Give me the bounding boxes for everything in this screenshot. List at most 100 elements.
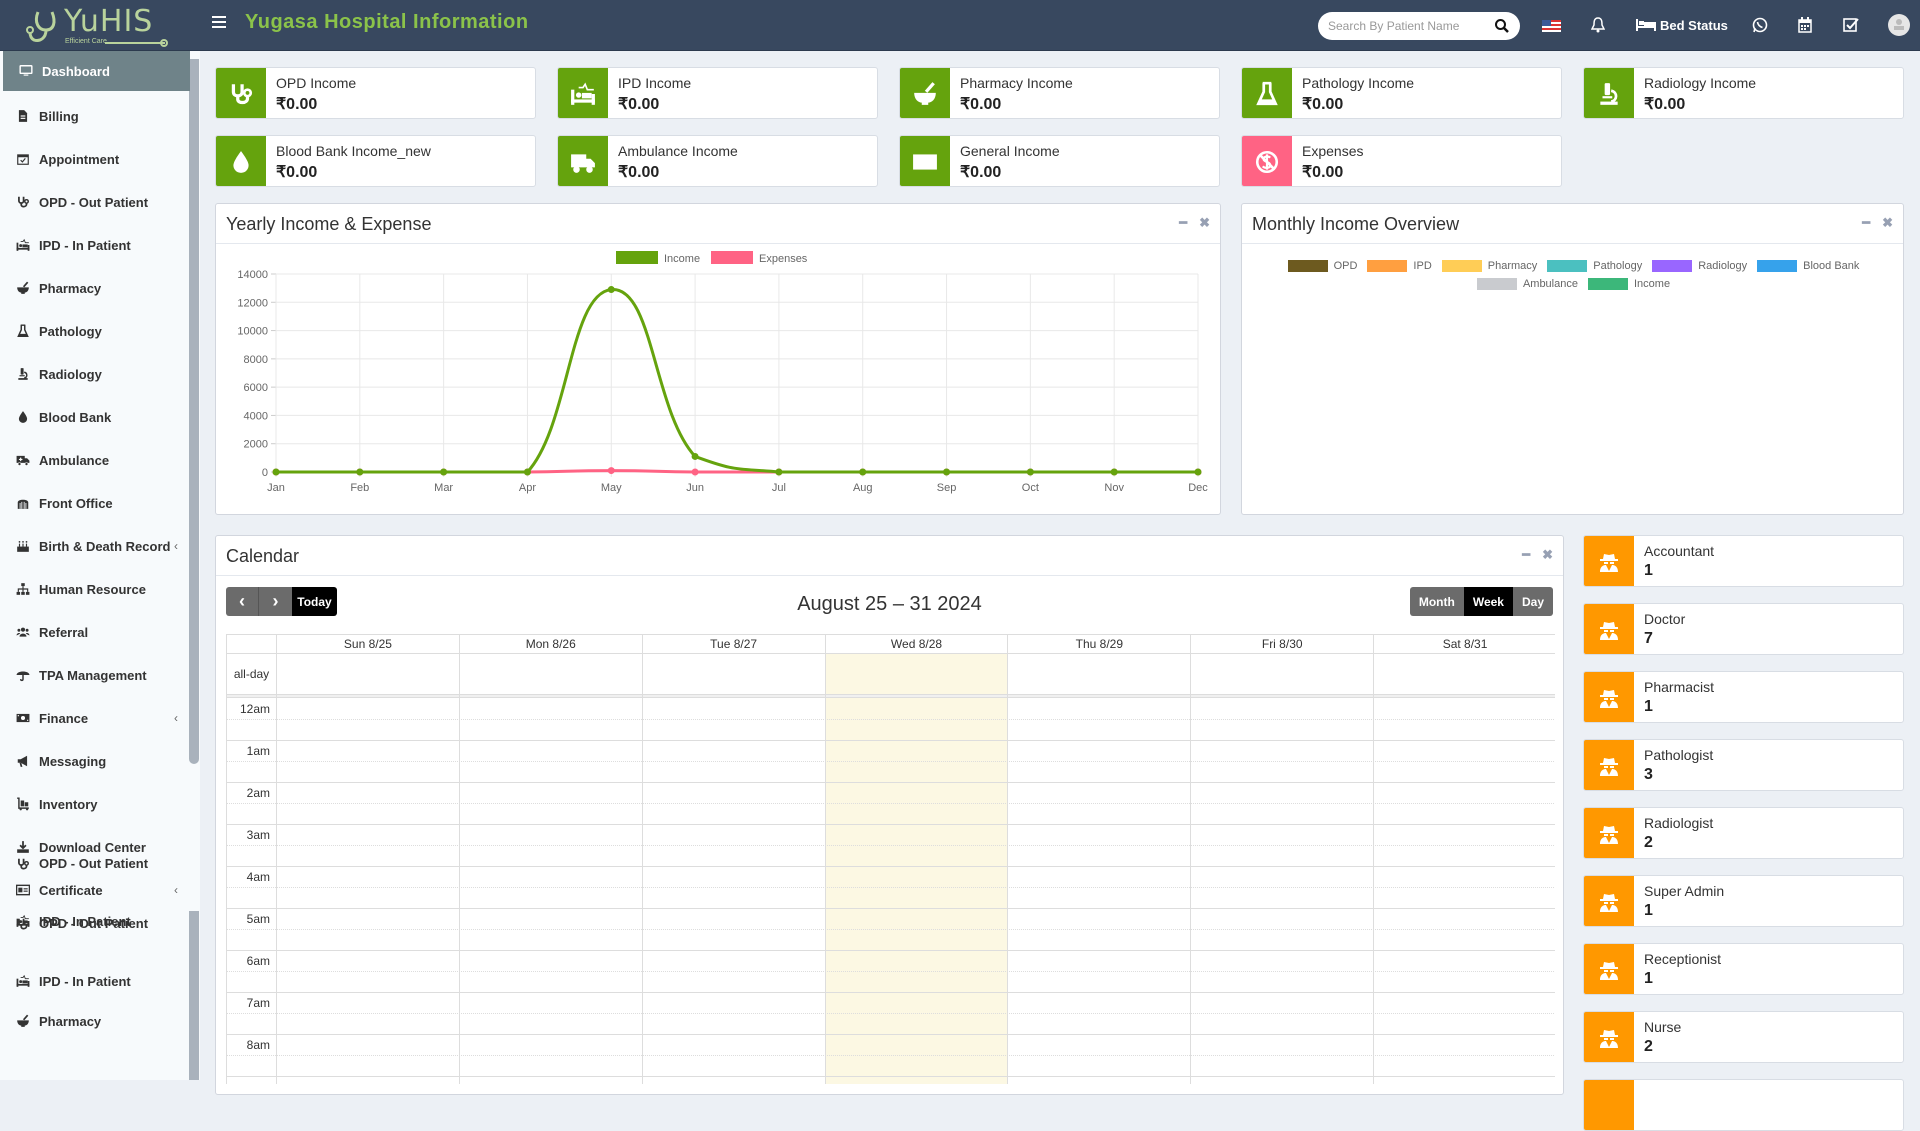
income-box-label: Ambulance Income bbox=[618, 143, 738, 159]
user-avatar[interactable] bbox=[1888, 14, 1910, 36]
patient-search-input[interactable] bbox=[1328, 17, 1488, 35]
whatsapp-button[interactable] bbox=[1752, 14, 1768, 36]
view-week-button[interactable]: Week bbox=[1463, 587, 1513, 616]
sidebar-item-finance[interactable]: Finance ‹ bbox=[0, 698, 190, 738]
dungeon-icon bbox=[15, 496, 31, 510]
top-navbar: YuHIS Efficient Care Yugasa Hospital Inf… bbox=[0, 0, 1920, 51]
data-point-expenses[interactable] bbox=[691, 468, 699, 476]
user-secret-icon bbox=[1584, 944, 1634, 994]
sidebar-item-pharmacy[interactable]: Pharmacy bbox=[0, 1001, 190, 1041]
sidebar-item-label: Billing bbox=[39, 108, 79, 124]
sidebar-item-ipd-in-patient[interactable]: IPD - In Patient bbox=[0, 225, 190, 265]
day-column-slot[interactable] bbox=[1190, 654, 1373, 1084]
minimize-icon[interactable]: ━ bbox=[1862, 215, 1870, 231]
data-point-income[interactable] bbox=[691, 452, 699, 460]
data-point-expenses[interactable] bbox=[607, 467, 615, 475]
staff-box-doctor: Doctor 7 bbox=[1583, 603, 1904, 655]
sidebar-item-referral[interactable]: Referral bbox=[0, 612, 190, 652]
legend-item[interactable]: Pharmacy bbox=[1441, 260, 1537, 272]
data-point-income[interactable] bbox=[775, 468, 783, 476]
legend-item[interactable]: OPD bbox=[1287, 260, 1357, 272]
sidebar-item-human-resource[interactable]: Human Resource bbox=[0, 569, 190, 609]
data-point-income[interactable] bbox=[859, 468, 867, 476]
sidebar-item-tpa-management[interactable]: TPA Management bbox=[0, 655, 190, 695]
sidebar-item-billing[interactable]: Billing bbox=[0, 96, 190, 136]
view-month-button[interactable]: Month bbox=[1409, 587, 1464, 616]
staff-role: Doctor bbox=[1644, 611, 1686, 627]
view-day-button[interactable]: Day bbox=[1512, 587, 1553, 616]
legend-swatch[interactable] bbox=[616, 251, 658, 264]
sidebar-item-messaging[interactable]: Messaging bbox=[0, 741, 190, 781]
data-point-income[interactable] bbox=[356, 468, 364, 476]
sidebar-item-opd-out-patient[interactable]: OPD - Out Patient bbox=[0, 851, 190, 871]
calendar-button[interactable] bbox=[1798, 14, 1812, 36]
sidebar-item-opd-out-patient[interactable]: OPD - Out Patient bbox=[0, 182, 190, 222]
sidebar-item-ipd-in-patient[interactable]: IPD - In Patient bbox=[0, 961, 190, 1001]
today-button[interactable]: Today bbox=[292, 587, 337, 616]
language-flag-icon[interactable] bbox=[1542, 20, 1561, 32]
luggage-cart-icon bbox=[15, 797, 31, 811]
day-column-slot[interactable] bbox=[1007, 654, 1190, 1084]
legend-item[interactable]: Income bbox=[1587, 278, 1670, 290]
day-column-slot[interactable] bbox=[1373, 654, 1555, 1084]
sidebar-scrollbar-lower[interactable] bbox=[189, 911, 199, 1080]
day-header: Thu 8/29 bbox=[1007, 634, 1190, 654]
calendar-range-title: August 25 – 31 2024 bbox=[797, 593, 982, 615]
prev-week-button[interactable]: ‹ bbox=[226, 587, 259, 616]
data-point-income[interactable] bbox=[1194, 468, 1202, 476]
data-point-income[interactable] bbox=[943, 468, 951, 476]
legend-label: Radiology bbox=[1698, 260, 1748, 272]
close-icon[interactable]: ✖ bbox=[1199, 215, 1210, 231]
mortar-pestle-icon bbox=[15, 281, 31, 295]
close-icon[interactable]: ✖ bbox=[1882, 215, 1893, 231]
sidebar-item-ambulance[interactable]: Ambulance bbox=[0, 440, 190, 480]
sidebar-item-inventory[interactable]: Inventory bbox=[0, 784, 190, 824]
sidebar-item-dashboard[interactable]: Dashboard bbox=[3, 51, 190, 91]
data-point-income[interactable] bbox=[607, 286, 615, 294]
legend-item[interactable]: Blood Bank bbox=[1757, 260, 1859, 272]
sidebar-item-label: Dashboard bbox=[42, 63, 110, 79]
sidebar-item-opd-out-patient[interactable]: OPD - Out Patient bbox=[0, 911, 190, 931]
sidebar-item-blood-bank[interactable]: Blood Bank bbox=[0, 397, 190, 437]
sidebar-item-radiology[interactable]: Radiology bbox=[0, 354, 190, 394]
bed-status-button[interactable]: Bed Status bbox=[1636, 14, 1728, 36]
search-icon[interactable] bbox=[1494, 18, 1510, 34]
day-column-slot[interactable] bbox=[825, 654, 1008, 1084]
day-column-slot[interactable] bbox=[276, 654, 459, 1084]
close-icon[interactable]: ✖ bbox=[1542, 547, 1553, 563]
legend-item[interactable]: Ambulance bbox=[1476, 278, 1578, 290]
day-column-slot[interactable] bbox=[459, 654, 642, 1084]
tasks-button[interactable] bbox=[1843, 14, 1859, 36]
data-point-income[interactable] bbox=[1026, 468, 1034, 476]
sidebar-item-label: Radiology bbox=[39, 366, 102, 382]
x-tick-label: Apr bbox=[519, 482, 536, 494]
legend-swatch bbox=[1287, 260, 1328, 272]
sidebar-item-pharmacy[interactable]: Pharmacy bbox=[0, 268, 190, 308]
day-column-slot[interactable] bbox=[642, 654, 825, 1084]
logo-dot bbox=[160, 39, 168, 47]
sidebar-item-front-office[interactable]: Front Office bbox=[0, 483, 190, 523]
data-point-income[interactable] bbox=[1110, 468, 1118, 476]
legend-item[interactable]: IPD bbox=[1367, 260, 1432, 272]
data-point-income[interactable] bbox=[272, 468, 280, 476]
minimize-icon[interactable]: ━ bbox=[1179, 215, 1187, 231]
menu-toggle-button[interactable] bbox=[212, 16, 226, 30]
legend-item[interactable]: Pathology bbox=[1547, 260, 1642, 272]
data-point-income[interactable] bbox=[523, 468, 531, 476]
legend-item[interactable]: Radiology bbox=[1652, 260, 1747, 272]
panel-header: Calendar ━ ✖ bbox=[216, 536, 1563, 576]
sidebar-item-pathology[interactable]: Pathology bbox=[0, 311, 190, 351]
data-point-income[interactable] bbox=[440, 468, 448, 476]
next-week-button[interactable]: › bbox=[259, 587, 292, 616]
sidebar-item-birth-death-record[interactable]: Birth & Death Record ‹ bbox=[0, 526, 190, 566]
minimize-icon[interactable]: ━ bbox=[1522, 547, 1530, 563]
panel-title: Yearly Income & Expense bbox=[226, 214, 432, 234]
legend-swatch[interactable] bbox=[711, 251, 753, 264]
notifications-button[interactable] bbox=[1591, 14, 1605, 36]
sidebar-item-appointment[interactable]: Appointment bbox=[0, 139, 190, 179]
sidebar-scrollbar[interactable] bbox=[189, 59, 199, 764]
x-tick-label: Feb bbox=[350, 482, 369, 494]
user-secret-icon bbox=[1584, 672, 1634, 722]
logo[interactable]: YuHIS Efficient Care bbox=[20, 2, 170, 49]
hour-label: 12am bbox=[239, 702, 270, 716]
